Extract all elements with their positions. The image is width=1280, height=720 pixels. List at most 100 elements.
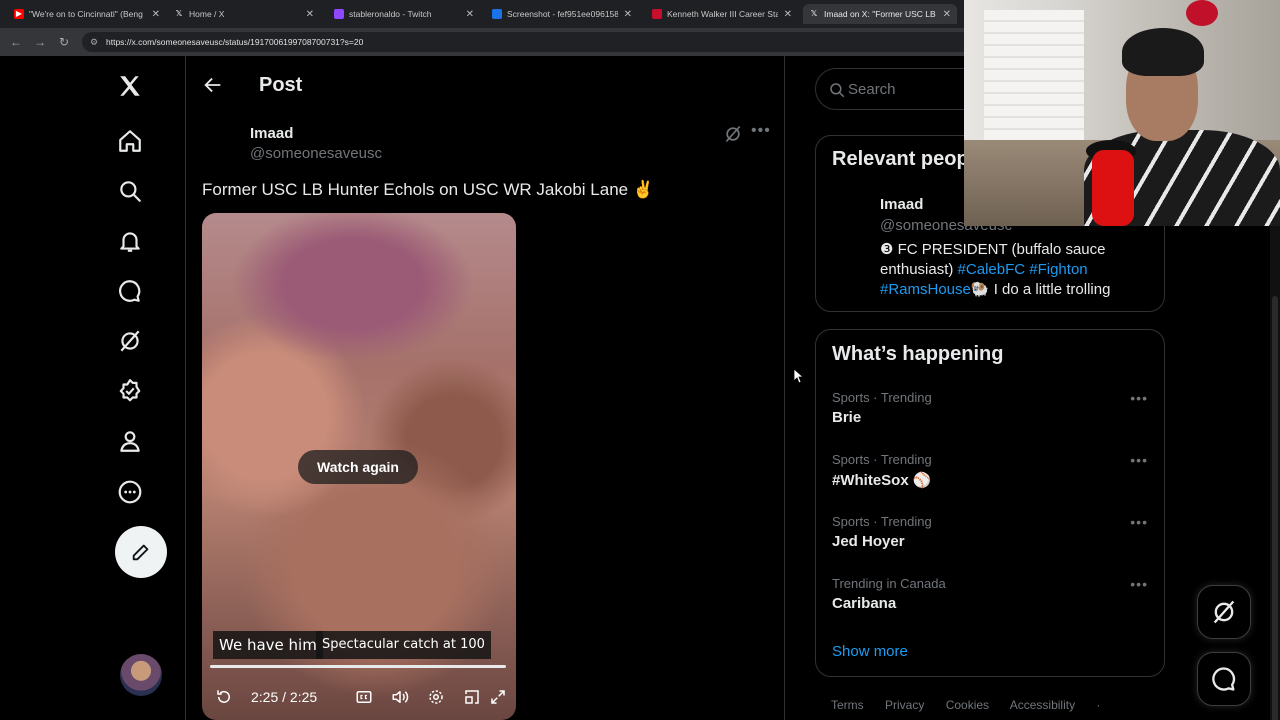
post-author-name[interactable]: Imaad — [250, 125, 293, 142]
page-title: Post — [259, 74, 303, 96]
browser-tab-youtube[interactable]: ▶ "We're on to Cincinnati" (Beng ✕ — [8, 4, 166, 24]
account-avatar[interactable] — [120, 654, 162, 696]
fullscreen-icon[interactable] — [488, 687, 508, 707]
watch-again-button[interactable]: Watch again — [298, 450, 418, 484]
webcam-window-blinds — [984, 10, 1084, 140]
browser-tab-active-post[interactable]: 𝕏 Imaad on X: "Former USC LB H ✕ — [803, 4, 957, 24]
trend-name: Brie — [832, 409, 862, 426]
trend-item[interactable]: Sports · Trending Brie ••• — [816, 390, 1164, 442]
close-tab-icon[interactable]: ✕ — [152, 9, 160, 20]
video-player[interactable]: Watch again We have him Spectacular catc… — [202, 213, 516, 720]
tab-title: Kenneth Walker III Career Stats — [667, 9, 778, 19]
search-icon — [828, 81, 846, 99]
trend-item[interactable]: Trending in Canada Caribana ••• — [816, 576, 1164, 628]
webcam-red-object — [1186, 0, 1218, 26]
back-arrow-icon[interactable]: ← — [8, 34, 24, 50]
search-icon[interactable] — [112, 173, 148, 209]
video-progress-bar[interactable] — [210, 665, 506, 668]
tab-title: stableronaldo - Twitch — [349, 9, 432, 19]
compose-post-button[interactable] — [115, 526, 167, 578]
tab-title: Home / X — [189, 9, 225, 19]
hashtag-link[interactable]: #CalebFC — [958, 261, 1026, 278]
trend-item[interactable]: Sports · Trending Jed Hoyer ••• — [816, 514, 1164, 566]
profile-icon[interactable] — [112, 423, 148, 459]
trend-context: Sports · Trending — [832, 452, 932, 467]
more-options-icon[interactable] — [112, 474, 148, 510]
trend-more-icon[interactable]: ••• — [1130, 576, 1148, 592]
close-tab-icon[interactable]: ✕ — [624, 9, 632, 20]
bio-text: 🐏 I do a little trolling — [970, 281, 1111, 298]
post-author-handle[interactable]: @someonesaveusc — [250, 145, 382, 162]
trend-context: Trending in Canada — [832, 576, 946, 591]
close-tab-icon[interactable]: ✕ — [943, 9, 951, 20]
footer-link[interactable]: Cookies — [946, 698, 989, 712]
relevant-people-title: Relevant people — [832, 148, 986, 170]
footer-link[interactable]: Accessibility — [1010, 698, 1075, 712]
grok-explain-icon[interactable] — [723, 124, 743, 144]
messages-icon[interactable] — [112, 273, 148, 309]
twitch-icon — [334, 9, 344, 19]
trend-more-icon[interactable]: ••• — [1130, 514, 1148, 530]
whats-happening-card: What’s happening Sports · Trending Brie … — [815, 329, 1165, 677]
grok-icon[interactable] — [112, 323, 148, 359]
relevant-person-name[interactable]: Imaad — [880, 196, 923, 213]
home-icon[interactable] — [112, 123, 148, 159]
tab-title: Imaad on X: "Former USC LB H — [824, 9, 937, 19]
trend-name: Jed Hoyer — [832, 533, 905, 550]
messages-icon — [1212, 667, 1236, 691]
close-tab-icon[interactable]: ✕ — [306, 9, 314, 20]
post-text: Former USC LB Hunter Echols on USC WR Ja… — [202, 180, 654, 199]
footer-links: Terms Privacy Cookies Accessibility · — [831, 698, 1118, 712]
replay-icon[interactable] — [214, 687, 234, 707]
messages-fab-button[interactable] — [1197, 652, 1251, 706]
browser-tab-screenshot[interactable]: Screenshot - fef951ee096158d ✕ — [486, 4, 638, 24]
screenshot-icon — [492, 9, 502, 19]
reload-icon[interactable]: ↻ — [56, 34, 72, 50]
mouse-cursor-icon — [794, 369, 804, 383]
grok-icon — [1213, 600, 1235, 624]
browser-tab-home-x[interactable]: 𝕏 Home / X ✕ — [168, 4, 320, 24]
whats-happening-title: What’s happening — [832, 343, 1004, 365]
back-arrow-icon[interactable] — [202, 74, 224, 96]
trend-more-icon[interactable]: ••• — [1130, 390, 1148, 406]
trend-item[interactable]: Sports · Trending #WhiteSox ⚾ ••• — [816, 452, 1164, 504]
video-caption-left: We have him — [213, 631, 323, 659]
youtube-icon: ▶ — [14, 9, 24, 19]
grok-fab-button[interactable] — [1197, 585, 1251, 639]
verified-badge-icon[interactable] — [112, 373, 148, 409]
url-text: https://x.com/someonesaveusc/status/1917… — [106, 37, 364, 47]
scrollbar-thumb[interactable] — [1272, 296, 1278, 720]
webcam-overlay — [964, 0, 1280, 226]
post-more-icon[interactable]: ••• — [751, 122, 771, 140]
settings-gear-icon[interactable] — [426, 687, 446, 707]
x-icon: 𝕏 — [810, 9, 818, 18]
trend-more-icon[interactable]: ••• — [1130, 452, 1148, 468]
relevant-person-bio: ❸ FC PRESIDENT (buffalo sauce enthusiast… — [880, 240, 1150, 300]
footer-link[interactable]: Privacy — [885, 698, 924, 712]
hashtag-link[interactable]: #RamsHouse — [880, 281, 971, 298]
url-field[interactable]: ⚙ https://x.com/someonesaveusc/status/19… — [82, 32, 982, 52]
browser-tab-kenneth-walker[interactable]: Kenneth Walker III Career Stats ✕ — [646, 4, 798, 24]
volume-icon[interactable] — [390, 687, 410, 707]
notifications-bell-icon[interactable] — [112, 223, 148, 259]
trend-name: Caribana — [832, 595, 897, 612]
close-tab-icon[interactable]: ✕ — [784, 9, 792, 20]
picture-in-picture-icon[interactable] — [462, 687, 482, 707]
trend-context: Sports · Trending — [832, 514, 932, 529]
site-info-icon[interactable]: ⚙ — [90, 32, 98, 52]
x-icon: 𝕏 — [175, 9, 183, 18]
left-sidebar — [0, 56, 185, 720]
forward-arrow-icon[interactable]: → — [32, 34, 48, 50]
video-time: 2:25 / 2:25 — [251, 689, 318, 705]
browser-tab-twitch[interactable]: stableronaldo - Twitch ✕ — [328, 4, 480, 24]
main-column: Post Imaad @someonesaveusc ••• Former US… — [185, 56, 785, 720]
hashtag-link[interactable]: #Fighton — [1029, 261, 1087, 278]
video-controls: 2:25 / 2:25 — [202, 679, 516, 719]
footer-link[interactable]: Terms — [831, 698, 864, 712]
close-tab-icon[interactable]: ✕ — [466, 9, 474, 20]
show-more-link[interactable]: Show more — [832, 643, 908, 660]
captions-icon[interactable] — [354, 687, 374, 707]
x-logo-icon[interactable] — [112, 68, 148, 104]
webcam-person-hair — [1122, 28, 1204, 76]
webcam-microphone — [1092, 150, 1134, 226]
